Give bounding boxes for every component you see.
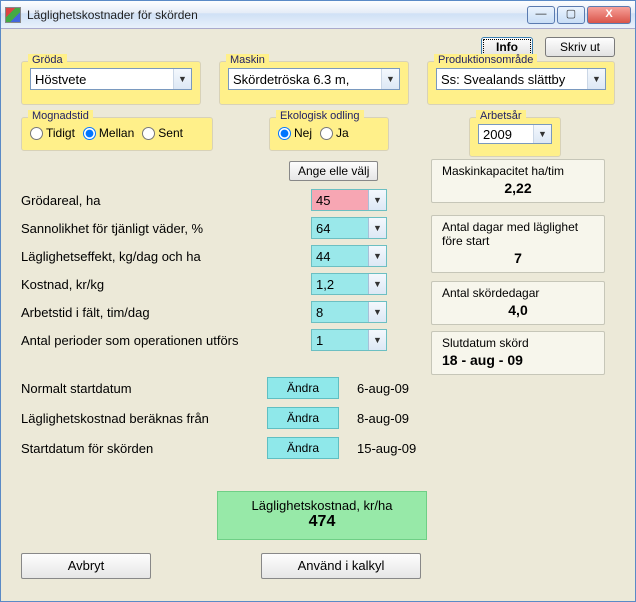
dagar-title: Antal dagar med läglighet före start	[442, 220, 594, 248]
chevron-down-icon: ▼	[587, 69, 605, 89]
skordedagar-title: Antal skördedagar	[442, 286, 594, 300]
maskin-select[interactable]: Skördetröska 6.3 m, ▼	[228, 68, 400, 90]
mognadstid-fieldset: Mognadstid Tidigt Mellan Sent	[21, 117, 213, 151]
chevron-down-icon: ▼	[368, 302, 386, 322]
maskin-fieldset: Maskin Skördetröska 6.3 m, ▼	[219, 61, 409, 105]
app-icon	[5, 7, 21, 23]
maskin-legend: Maskin	[226, 54, 269, 66]
window-title: Läglighetskostnader för skörden	[27, 8, 521, 22]
normalt-value: 6-aug-09	[357, 381, 409, 396]
normalt-andra-button[interactable]: Ändra	[267, 377, 339, 399]
start-value: 15-aug-09	[357, 441, 416, 456]
chevron-down-icon: ▼	[368, 246, 386, 266]
chevron-down-icon: ▼	[533, 125, 551, 143]
perioder-input[interactable]: ▼	[311, 329, 387, 351]
chevron-down-icon: ▼	[368, 218, 386, 238]
kostnad-input[interactable]: ▼	[311, 273, 387, 295]
titlebar: Läglighetskostnader för skörden — ▢ X	[1, 1, 635, 29]
dagar-value: 7	[442, 250, 594, 266]
print-button[interactable]: Skriv ut	[545, 37, 615, 57]
perioder-label: Antal perioder som operationen utförs	[21, 333, 311, 348]
kostnad-label: Kostnad, kr/kg	[21, 277, 311, 292]
groda-select[interactable]: Höstvete ▼	[30, 68, 192, 90]
laglighetseffekt-label: Läglighetseffekt, kg/dag och ha	[21, 249, 311, 264]
ekologisk-nej[interactable]: Nej	[278, 126, 312, 140]
maximize-button[interactable]: ▢	[557, 6, 585, 24]
omrade-select[interactable]: Ss: Svealands slättby ▼	[436, 68, 606, 90]
maskin-value: Skördetröska 6.3 m,	[229, 72, 381, 87]
arbetsar-legend: Arbetsår	[476, 110, 526, 122]
groda-legend: Gröda	[28, 54, 67, 66]
window: Läglighetskostnader för skörden — ▢ X In…	[0, 0, 636, 602]
kapacitet-card: Maskinkapacitet ha/tim 2,22	[431, 159, 605, 203]
normalt-label: Normalt startdatum	[21, 381, 267, 396]
groda-fieldset: Gröda Höstvete ▼	[21, 61, 201, 105]
arbetsar-select[interactable]: 2009 ▼	[478, 124, 552, 144]
anvand-button[interactable]: Använd i kalkyl	[261, 553, 421, 579]
mognadstid-sent[interactable]: Sent	[142, 126, 183, 140]
chevron-down-icon: ▼	[368, 190, 386, 210]
content: Info Skriv ut Gröda Höstvete ▼ Maskin Sk…	[1, 29, 635, 601]
beraknas-value: 8-aug-09	[357, 411, 409, 426]
sannolikhet-label: Sannolikhet för tjänligt väder, %	[21, 221, 311, 236]
mognadstid-tidigt[interactable]: Tidigt	[30, 126, 75, 140]
result-title: Läglighetskostnad, kr/ha	[234, 498, 410, 513]
grodareal-label: Grödareal, ha	[21, 193, 311, 208]
result-card: Läglighetskostnad, kr/ha 474	[217, 491, 427, 540]
mognadstid-legend: Mognadstid	[28, 110, 93, 122]
ekologisk-legend: Ekologisk odling	[276, 110, 364, 122]
skordedagar-card: Antal skördedagar 4,0	[431, 281, 605, 325]
ekologisk-fieldset: Ekologisk odling Nej Ja	[269, 117, 389, 151]
chevron-down-icon: ▼	[173, 69, 191, 89]
window-controls: — ▢ X	[527, 6, 631, 24]
groda-value: Höstvete	[31, 72, 173, 87]
omrade-value: Ss: Svealands slättby	[437, 72, 587, 87]
slutdatum-card: Slutdatum skörd 18 - aug - 09	[431, 331, 605, 375]
slutdatum-title: Slutdatum skörd	[442, 336, 594, 350]
beraknas-label: Läglighetskostnad beräknas från	[21, 411, 267, 426]
grodareal-input[interactable]: ▼	[311, 189, 387, 211]
kapacitet-value: 2,22	[442, 180, 594, 196]
ange-valj-button[interactable]: Ange elle välj	[289, 161, 378, 181]
chevron-down-icon: ▼	[381, 69, 399, 89]
skordedagar-value: 4,0	[442, 302, 594, 318]
laglighetseffekt-input[interactable]: ▼	[311, 245, 387, 267]
arbetstid-input[interactable]: ▼	[311, 301, 387, 323]
arbetsar-fieldset: Arbetsår 2009 ▼	[469, 117, 561, 157]
ekologisk-ja[interactable]: Ja	[320, 126, 349, 140]
start-label: Startdatum för skörden	[21, 441, 267, 456]
chevron-down-icon: ▼	[368, 330, 386, 350]
result-value: 474	[234, 513, 410, 531]
arbetstid-label: Arbetstid i fält, tim/dag	[21, 305, 311, 320]
kapacitet-title: Maskinkapacitet ha/tim	[442, 164, 594, 178]
arbetsar-value: 2009	[479, 127, 533, 142]
avbryt-button[interactable]: Avbryt	[21, 553, 151, 579]
close-button[interactable]: X	[587, 6, 631, 24]
beraknas-andra-button[interactable]: Ändra	[267, 407, 339, 429]
start-andra-button[interactable]: Ändra	[267, 437, 339, 459]
minimize-button[interactable]: —	[527, 6, 555, 24]
sannolikhet-input[interactable]: ▼	[311, 217, 387, 239]
omrade-legend: Produktionsområde	[434, 54, 537, 66]
mognadstid-mellan[interactable]: Mellan	[83, 126, 134, 140]
slutdatum-value: 18 - aug - 09	[442, 352, 594, 368]
omrade-fieldset: Produktionsområde Ss: Svealands slättby …	[427, 61, 615, 105]
dagar-card: Antal dagar med läglighet före start 7	[431, 215, 605, 273]
chevron-down-icon: ▼	[368, 274, 386, 294]
